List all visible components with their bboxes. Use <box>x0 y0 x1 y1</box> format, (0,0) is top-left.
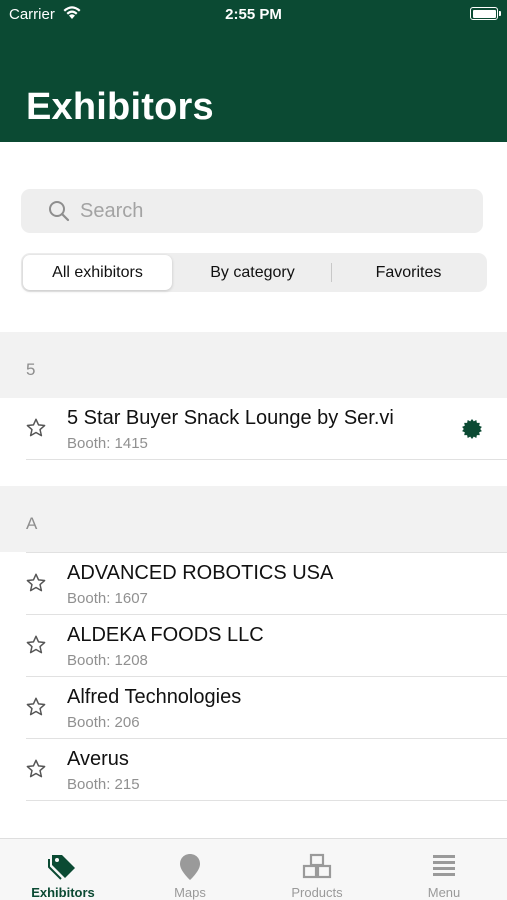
star-outline-icon[interactable] <box>25 417 47 439</box>
segment-all-exhibitors[interactable]: All exhibitors <box>23 255 172 290</box>
search-icon <box>49 201 70 222</box>
tab-label: Maps <box>174 885 206 900</box>
tab-label: Products <box>291 885 343 900</box>
list-item[interactable]: Averus Booth: 215 <box>0 739 507 801</box>
divider <box>26 459 507 460</box>
exhibitor-booth: Booth: 1415 <box>67 435 148 452</box>
tab-bar: Exhibitors Maps Products Menu <box>0 838 507 900</box>
star-outline-icon[interactable] <box>25 758 47 780</box>
exhibitor-booth: Booth: 1607 <box>67 590 148 607</box>
exhibitor-name: ALDEKA FOODS LLC <box>67 624 264 646</box>
tab-label: Exhibitors <box>31 885 95 900</box>
segment-by-category[interactable]: By category <box>175 255 330 290</box>
tab-menu[interactable]: Menu <box>381 839 507 900</box>
section-header-a: A <box>0 486 507 552</box>
tab-exhibitors[interactable]: Exhibitors <box>0 839 126 900</box>
tab-maps[interactable]: Maps <box>127 839 253 900</box>
exhibitor-booth: Booth: 206 <box>67 714 140 731</box>
hamburger-menu-icon <box>381 852 507 884</box>
section-letter: A <box>26 514 38 533</box>
map-pin-icon <box>127 852 253 884</box>
list-item[interactable]: ADVANCED ROBOTICS USA Booth: 1607 <box>0 553 507 615</box>
header: Carrier 2:55 PM Exhibitors <box>0 0 507 142</box>
status-time: 2:55 PM <box>225 6 282 23</box>
exhibitor-name: ADVANCED ROBOTICS USA <box>67 562 334 584</box>
exhibitor-name: Alfred Technologies <box>67 686 242 708</box>
star-outline-icon[interactable] <box>25 696 47 718</box>
exhibitor-name: Averus <box>67 748 129 770</box>
section-header-5: 5 <box>0 332 507 398</box>
segment-favorites[interactable]: Favorites <box>332 255 485 290</box>
list-item[interactable]: 5 Star Buyer Snack Lounge by Ser.vi Boot… <box>0 398 507 460</box>
list-item[interactable]: ALDEKA FOODS LLC Booth: 1208 <box>0 615 507 677</box>
star-outline-icon[interactable] <box>25 572 47 594</box>
exhibitor-booth: Booth: 215 <box>67 776 140 793</box>
page-title: Exhibitors <box>26 86 214 128</box>
status-bar: Carrier 2:55 PM <box>0 0 507 28</box>
search-input[interactable] <box>80 189 470 233</box>
tab-label: Menu <box>427 885 461 900</box>
tag-icon <box>0 852 126 884</box>
star-outline-icon[interactable] <box>25 634 47 656</box>
boxes-icon <box>254 852 380 884</box>
divider <box>26 800 507 801</box>
section-letter: 5 <box>26 360 36 379</box>
exhibitor-name: 5 Star Buyer Snack Lounge by Ser.vi <box>67 407 394 429</box>
list-item[interactable]: Alfred Technologies Booth: 206 <box>0 677 507 739</box>
battery-icon <box>470 7 501 20</box>
featured-seal-icon <box>462 419 482 439</box>
exhibitor-booth: Booth: 1208 <box>67 652 148 669</box>
segmented-control: All exhibitors By category Favorites <box>21 253 487 292</box>
search-bar[interactable] <box>21 189 483 233</box>
tab-products[interactable]: Products <box>254 839 380 900</box>
